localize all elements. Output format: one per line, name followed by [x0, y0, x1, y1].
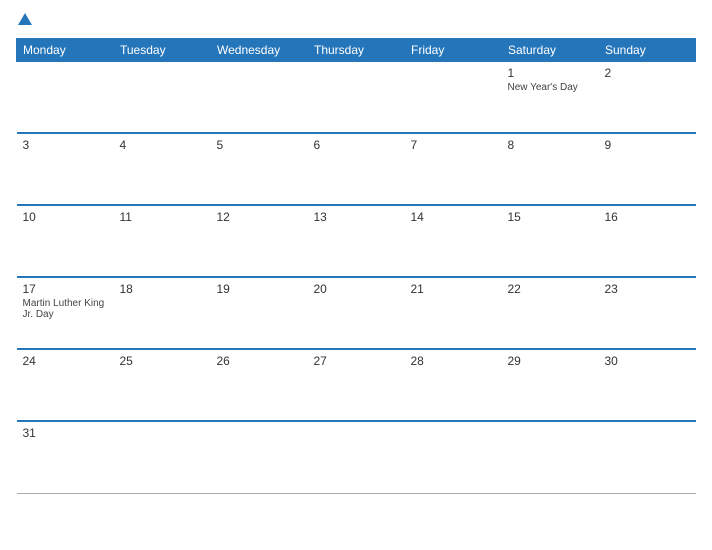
- day-number: 12: [217, 210, 302, 224]
- weekday-saturday: Saturday: [502, 38, 599, 61]
- day-number: 2: [605, 66, 690, 80]
- weekday-sunday: Sunday: [599, 38, 696, 61]
- day-number: 20: [314, 282, 399, 296]
- calendar-day-cell: [405, 61, 502, 133]
- calendar-day-cell: 3: [17, 133, 114, 205]
- calendar-day-cell: 21: [405, 277, 502, 349]
- calendar-day-cell: 8: [502, 133, 599, 205]
- weekday-friday: Friday: [405, 38, 502, 61]
- weekday-thursday: Thursday: [308, 38, 405, 61]
- calendar-week-row: 17 Martin Luther King Jr. Day 18 19 20 21 22 23: [17, 277, 696, 349]
- logo-triangle-icon: [18, 13, 32, 25]
- day-number: 25: [120, 354, 205, 368]
- calendar-day-cell: [114, 61, 211, 133]
- day-number: 17: [23, 282, 108, 296]
- day-number: 24: [23, 354, 108, 368]
- calendar-day-cell: 31: [17, 421, 114, 493]
- calendar-day-cell: 23: [599, 277, 696, 349]
- calendar-day-cell: 14: [405, 205, 502, 277]
- day-number: 1: [508, 66, 593, 80]
- calendar-day-cell: 10: [17, 205, 114, 277]
- calendar-container: MondayTuesdayWednesdayThursdayFridaySatu…: [0, 0, 712, 550]
- calendar-day-cell: [599, 421, 696, 493]
- calendar-day-cell: [211, 61, 308, 133]
- calendar-day-cell: 22: [502, 277, 599, 349]
- day-number: 7: [411, 138, 496, 152]
- day-number: 3: [23, 138, 108, 152]
- day-number: 9: [605, 138, 690, 152]
- calendar-day-cell: 17 Martin Luther King Jr. Day: [17, 277, 114, 349]
- calendar-day-cell: 4: [114, 133, 211, 205]
- calendar-day-cell: 5: [211, 133, 308, 205]
- calendar-day-cell: [114, 421, 211, 493]
- day-number: 26: [217, 354, 302, 368]
- calendar-day-cell: 20: [308, 277, 405, 349]
- day-number: 21: [411, 282, 496, 296]
- day-number: 19: [217, 282, 302, 296]
- calendar-header: [16, 12, 696, 30]
- day-number: 29: [508, 354, 593, 368]
- day-number: 11: [120, 210, 205, 224]
- weekday-header-row: MondayTuesdayWednesdayThursdayFridaySatu…: [17, 38, 696, 61]
- calendar-day-cell: 18: [114, 277, 211, 349]
- weekday-monday: Monday: [17, 38, 114, 61]
- day-number: 30: [605, 354, 690, 368]
- calendar-day-cell: [211, 421, 308, 493]
- calendar-day-cell: 6: [308, 133, 405, 205]
- logo: [16, 12, 32, 30]
- day-event: Martin Luther King Jr. Day: [23, 298, 108, 320]
- day-number: 27: [314, 354, 399, 368]
- calendar-day-cell: 27: [308, 349, 405, 421]
- day-number: 15: [508, 210, 593, 224]
- calendar-day-cell: 12: [211, 205, 308, 277]
- calendar-day-cell: 16: [599, 205, 696, 277]
- day-number: 28: [411, 354, 496, 368]
- calendar-day-cell: [17, 61, 114, 133]
- weekday-wednesday: Wednesday: [211, 38, 308, 61]
- calendar-day-cell: 30: [599, 349, 696, 421]
- calendar-week-row: 1 New Year's Day 2: [17, 61, 696, 133]
- calendar-week-row: 3456789: [17, 133, 696, 205]
- calendar-day-cell: 29: [502, 349, 599, 421]
- calendar-day-cell: 11: [114, 205, 211, 277]
- calendar-day-cell: [308, 421, 405, 493]
- day-number: 10: [23, 210, 108, 224]
- calendar-day-cell: 1 New Year's Day: [502, 61, 599, 133]
- weekday-tuesday: Tuesday: [114, 38, 211, 61]
- calendar-day-cell: 24: [17, 349, 114, 421]
- day-number: 4: [120, 138, 205, 152]
- day-number: 23: [605, 282, 690, 296]
- calendar-week-row: 10 11 12 13 14 15 16: [17, 205, 696, 277]
- calendar-day-cell: [502, 421, 599, 493]
- day-number: 22: [508, 282, 593, 296]
- calendar-day-cell: 19: [211, 277, 308, 349]
- calendar-day-cell: 15: [502, 205, 599, 277]
- calendar-week-row: 24 25 26 27 28 29 30: [17, 349, 696, 421]
- calendar-day-cell: [308, 61, 405, 133]
- day-number: 18: [120, 282, 205, 296]
- day-number: 16: [605, 210, 690, 224]
- day-number: 14: [411, 210, 496, 224]
- logo-general: [16, 12, 32, 30]
- day-event: New Year's Day: [508, 82, 593, 93]
- calendar-day-cell: [405, 421, 502, 493]
- calendar-week-row: 31: [17, 421, 696, 493]
- calendar-day-cell: 7: [405, 133, 502, 205]
- day-number: 31: [23, 426, 108, 440]
- calendar-day-cell: 9: [599, 133, 696, 205]
- calendar-table: MondayTuesdayWednesdayThursdayFridaySatu…: [16, 38, 696, 494]
- day-number: 5: [217, 138, 302, 152]
- calendar-day-cell: 13: [308, 205, 405, 277]
- day-number: 6: [314, 138, 399, 152]
- calendar-day-cell: 28: [405, 349, 502, 421]
- calendar-day-cell: 2: [599, 61, 696, 133]
- calendar-day-cell: 25: [114, 349, 211, 421]
- day-number: 13: [314, 210, 399, 224]
- calendar-day-cell: 26: [211, 349, 308, 421]
- day-number: 8: [508, 138, 593, 152]
